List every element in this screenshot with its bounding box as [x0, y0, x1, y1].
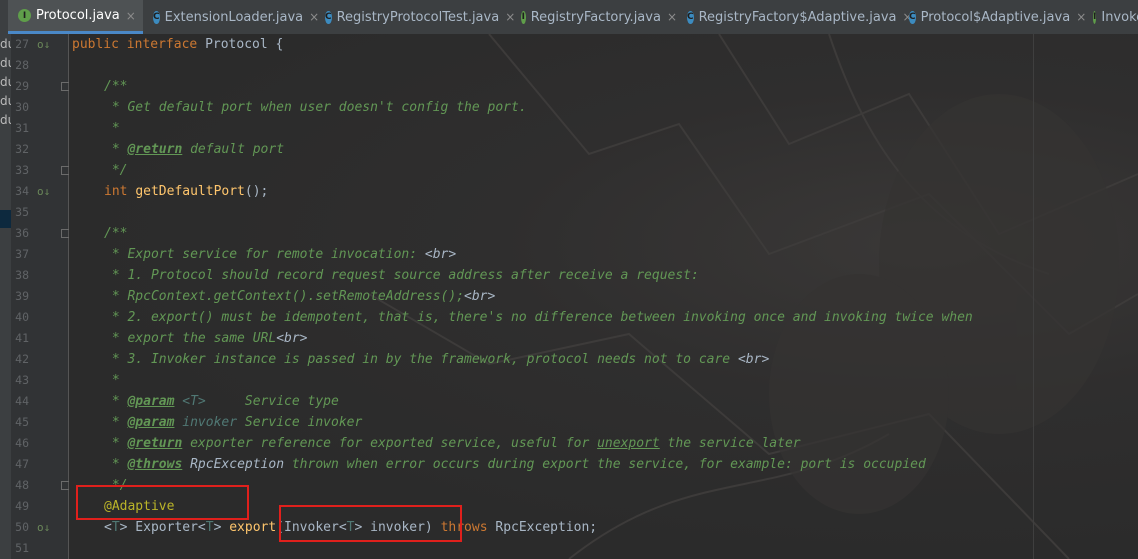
line-number: 42 [15, 352, 29, 366]
code-line-29: /** [104, 79, 128, 94]
interface-icon: I [18, 9, 31, 22]
tab-label: Invoke [1101, 9, 1138, 25]
project-tree-row[interactable]: du [0, 91, 11, 111]
interface-icon: I [521, 10, 526, 24]
highlight-box-adaptive [76, 485, 249, 520]
implementation-marker-icon[interactable]: o↓ [37, 181, 51, 202]
line-number: 39 [15, 289, 29, 303]
code-line-47: * @throws RpcException thrown when error… [104, 457, 926, 472]
tab-label: Protocol.java [36, 8, 120, 23]
project-tree-row[interactable]: du [0, 34, 11, 54]
implementation-marker-icon[interactable]: o↓ [37, 34, 51, 55]
editor-gutter: 27 o↓ 28 29 30 31 32 33 34 o↓ 35 36 37 38 39 40 41 42 43 44… [11, 34, 70, 559]
tab-label: Protocol$Adaptive.java [920, 9, 1071, 25]
tab-registryfactory-java[interactable]: I RegistryFactory.java × [511, 0, 677, 34]
line-number: 37 [15, 247, 29, 261]
line-number: 51 [15, 541, 29, 555]
project-panel-strip[interactable]: dududududu [0, 34, 11, 559]
code-line-33: */ [104, 163, 128, 178]
tab-invoke[interactable]: I Invoke [1083, 0, 1138, 34]
line-number: 34 [15, 184, 29, 198]
code-line-41: * export the same URL<br> [104, 331, 308, 346]
code-line-31: * [104, 121, 120, 136]
code-line-42: * 3. Invoker instance is passed in by th… [104, 352, 770, 367]
line-number: 48 [15, 478, 29, 492]
line-number: 32 [15, 142, 29, 156]
line-number: 45 [15, 415, 29, 429]
code-line-36: /** [104, 226, 128, 241]
code-line-45: * @param invoker Service invoker [104, 415, 363, 430]
tab-label: ExtensionLoader.java [164, 9, 304, 25]
line-number: 31 [15, 121, 29, 135]
tab-label: RegistryFactory.java [530, 9, 661, 25]
line-number: 47 [15, 457, 29, 471]
tab-extensionloader-java[interactable]: C ExtensionLoader.java × [143, 0, 319, 34]
class-icon: C [909, 10, 916, 24]
line-number: 27 [15, 37, 29, 51]
code-line-27: public interface Protocol { [72, 37, 284, 52]
code-line-39: * RpcContext.getContext().setRemoteAddre… [104, 289, 496, 304]
class-icon: C [687, 10, 694, 24]
implementation-marker-icon[interactable]: o↓ [37, 517, 51, 538]
class-icon: C [153, 10, 160, 24]
interface-icon: I [1093, 10, 1097, 24]
line-number: 49 [15, 499, 29, 513]
line-number: 43 [15, 373, 29, 387]
code-line-38: * 1. Protocol should record request sour… [104, 268, 699, 283]
tab-protocol-java[interactable]: I Protocol.java × [8, 0, 143, 34]
tab-protocol-adaptive-java[interactable]: C Protocol$Adaptive.java × [899, 0, 1086, 34]
project-tree-row[interactable]: du [0, 110, 11, 130]
code-line-30: * Get default port when user doesn't con… [104, 100, 527, 115]
close-tab-icon[interactable]: × [667, 10, 677, 24]
line-number: 50 [15, 520, 29, 534]
class-icon: C [325, 10, 332, 24]
tab-registryprotocoltest-java[interactable]: C RegistryProtocolTest.java × [315, 0, 515, 34]
right-margin-guide [1033, 34, 1034, 559]
code-editor[interactable]: public interface Protocol { /** * Get de… [69, 34, 1138, 559]
code-line-40: * 2. export() must be idempotent, that i… [104, 310, 973, 325]
line-number: 38 [15, 268, 29, 282]
editor-tab-bar: I Protocol.java × C ExtensionLoader.java × C Re… [0, 0, 1138, 35]
code-line-37: * Export service for remote invocation: … [104, 247, 457, 262]
tab-label: RegistryFactory$Adaptive.java [698, 9, 897, 25]
line-number: 28 [15, 58, 29, 72]
line-number: 46 [15, 436, 29, 450]
project-tree-row[interactable]: du [0, 53, 11, 73]
line-number: 30 [15, 100, 29, 114]
code-line-46: * @return exporter reference for exporte… [104, 436, 801, 451]
line-number: 41 [15, 331, 29, 345]
tab-label: RegistryProtocolTest.java [336, 9, 500, 25]
line-number: 35 [15, 205, 29, 219]
project-tree-row[interactable]: du [0, 72, 11, 92]
code-line-43: * [104, 373, 120, 388]
code-line-44: * @param <T> Service type [104, 394, 339, 409]
tab-registryfactory-adaptive-java[interactable]: C RegistryFactory$Adaptive.java × [677, 0, 913, 34]
line-number: 40 [15, 310, 29, 324]
line-number: 29 [15, 79, 29, 93]
line-number: 44 [15, 394, 29, 408]
project-panel-selected-row [0, 210, 11, 228]
highlight-box-export-params [279, 505, 462, 542]
line-number: 33 [15, 163, 29, 177]
line-number: 36 [15, 226, 29, 240]
code-line-34: int getDefaultPort(); [104, 184, 269, 199]
code-line-32: * @return default port [104, 142, 285, 157]
close-tab-icon[interactable]: × [126, 9, 136, 23]
